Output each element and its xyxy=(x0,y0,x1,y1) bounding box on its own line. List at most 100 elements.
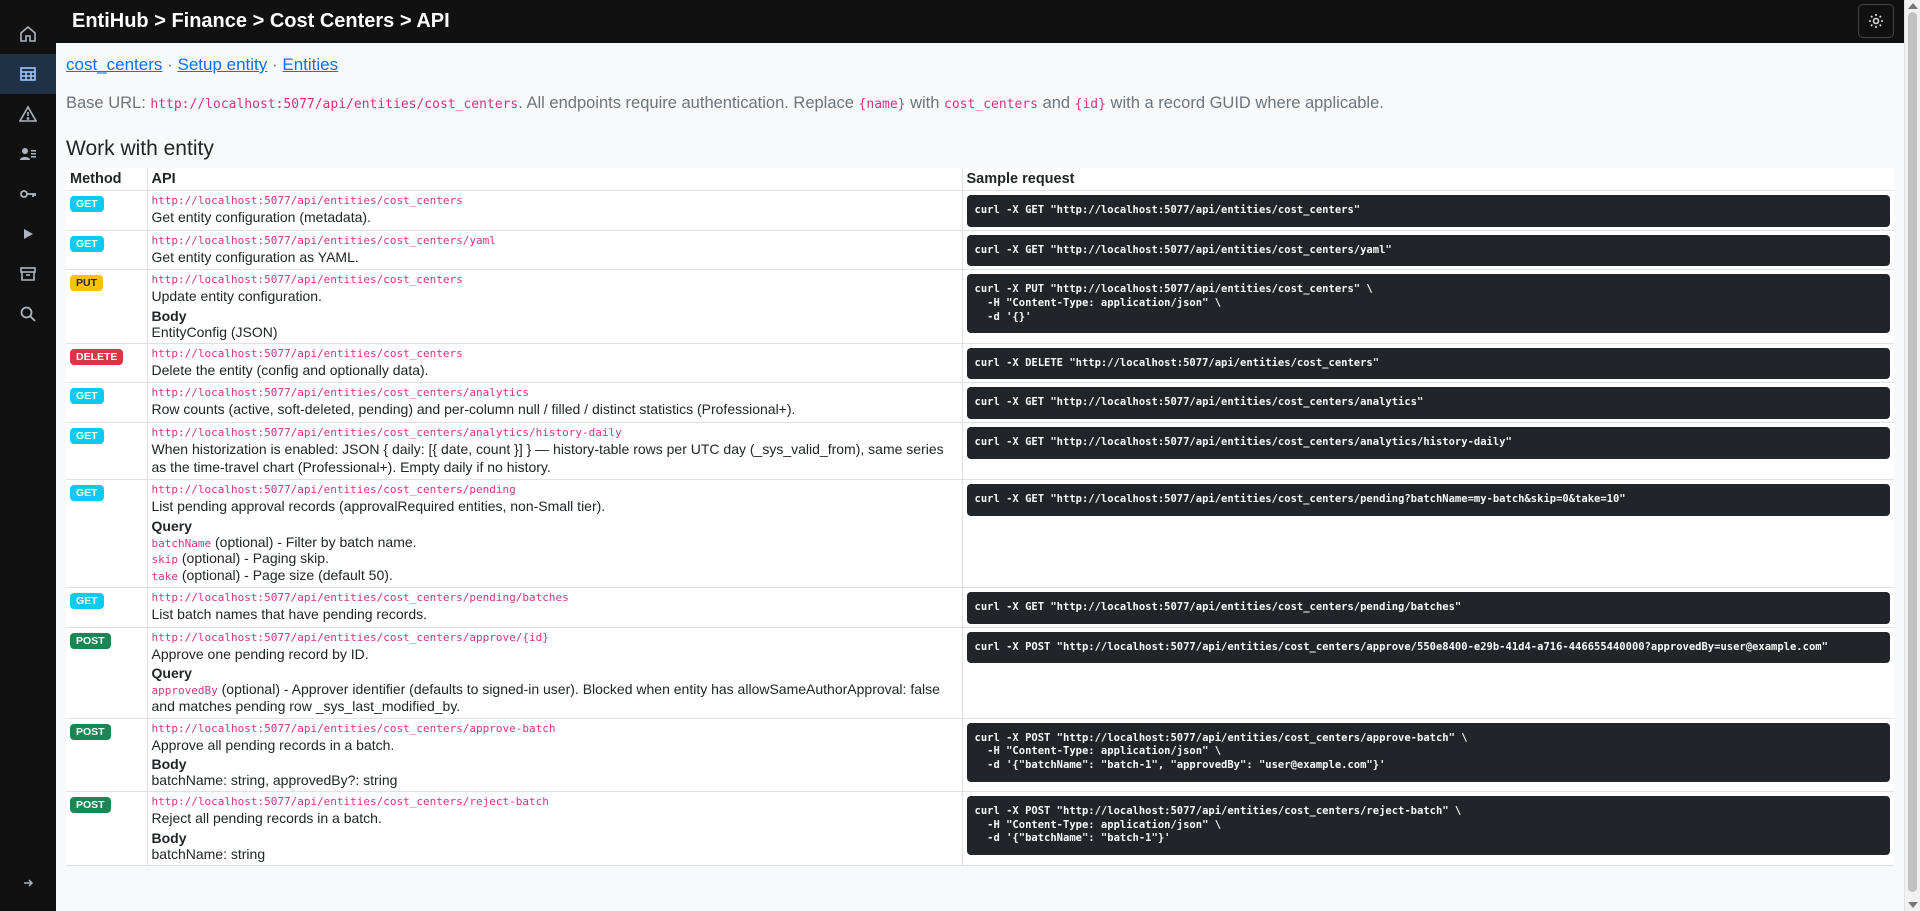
sample-request[interactable]: curl -X POST "http://localhost:5077/api/… xyxy=(966,722,1890,782)
table-row: GET http://localhost:5077/api/entities/co… xyxy=(66,422,1894,481)
body-schema: batchName: string xyxy=(151,845,266,862)
home-icon xyxy=(20,25,36,42)
page-scrollbar[interactable] xyxy=(1904,0,1920,911)
scroll-down-icon[interactable] xyxy=(1908,902,1918,908)
table-row: POST http://localhost:5077/api/entities/c… xyxy=(66,791,1894,866)
link-separator: · xyxy=(267,55,283,74)
endpoint-description: Reject all pending records in a batch. xyxy=(151,810,382,827)
query-label: Query xyxy=(151,665,192,682)
link-entities[interactable]: Entities xyxy=(282,55,338,74)
endpoint-url[interactable]: http://localhost:5077/api/entities/cost_… xyxy=(152,591,958,604)
endpoint-description: List pending approval records (approvalR… xyxy=(151,498,606,515)
sidebar-item-search[interactable] xyxy=(0,294,56,334)
sample-request[interactable]: curl -X GET "http://localhost:5077/api/e… xyxy=(966,234,1890,267)
sidebar-item-run[interactable] xyxy=(0,214,56,254)
query-param: skip (optional) - Paging skip. xyxy=(152,550,958,567)
sample-request[interactable]: curl -X GET "http://localhost:5077/api/e… xyxy=(966,427,1890,459)
endpoint-url[interactable]: http://localhost:5077/api/entities/cost_… xyxy=(152,483,958,496)
table-row: GET http://localhost:5077/api/entities/co… xyxy=(66,382,1894,424)
endpoint-description: When historization is enabled: JSON { da… xyxy=(151,441,944,475)
sidebar-expand-button[interactable] xyxy=(0,871,56,895)
name-value: cost_centers xyxy=(944,97,1038,112)
sample-cell: curl -X GET "http://localhost:5077/api/e… xyxy=(962,587,1894,628)
breadcrumb: EntiHub > Finance > Cost Centers > API xyxy=(72,10,450,32)
method-badge: DELETE xyxy=(70,348,124,365)
api-cell: http://localhost:5077/api/entities/cost_… xyxy=(147,343,963,384)
sample-request[interactable]: curl -X POST "http://localhost:5077/api/… xyxy=(966,631,1890,664)
sample-request[interactable]: curl -X GET "http://localhost:5077/api/e… xyxy=(966,387,1890,420)
warning-icon xyxy=(19,105,37,122)
endpoint-url[interactable]: http://localhost:5077/api/entities/cost_… xyxy=(152,234,958,247)
settings-button[interactable] xyxy=(1858,4,1894,38)
api-cell: http://localhost:5077/api/entities/cost_… xyxy=(147,479,963,588)
endpoint-description: Approve one pending record by ID. xyxy=(151,645,369,662)
method-cell: GET xyxy=(66,382,148,424)
query-param-name: skip xyxy=(151,553,179,567)
sidebar-item-entities[interactable] xyxy=(0,54,56,94)
table-row: POST http://localhost:5077/api/entities/c… xyxy=(66,627,1894,719)
endpoint-url[interactable]: http://localhost:5077/api/entities/cost_… xyxy=(152,194,958,207)
table-row: GET http://localhost:5077/api/entities/co… xyxy=(66,190,1894,231)
method-cell: POST xyxy=(66,791,148,866)
method-badge: GET xyxy=(70,235,104,252)
sample-cell: curl -X DELETE "http://localhost:5077/ap… xyxy=(962,343,1894,384)
sample-request[interactable]: curl -X POST "http://localhost:5077/api/… xyxy=(966,796,1890,856)
sample-request[interactable]: curl -X GET "http://localhost:5077/api/e… xyxy=(966,195,1890,227)
body-schema: EntityConfig (JSON) xyxy=(151,323,278,340)
sample-cell: curl -X GET "http://localhost:5077/api/e… xyxy=(962,190,1894,231)
endpoint-url[interactable]: http://localhost:5077/api/entities/cost_… xyxy=(152,347,958,360)
api-cell: http://localhost:5077/api/entities/cost_… xyxy=(147,718,963,793)
sample-request[interactable]: curl -X PUT "http://localhost:5077/api/e… xyxy=(966,274,1890,334)
method-badge: GET xyxy=(70,592,104,609)
sidebar-item-alerts[interactable] xyxy=(0,94,56,134)
column-header-sample: Sample request xyxy=(962,168,1894,191)
endpoint-url[interactable]: http://localhost:5077/api/entities/cost_… xyxy=(152,386,958,399)
query-param-name: approvedBy xyxy=(151,684,218,698)
api-cell: http://localhost:5077/api/entities/cost_… xyxy=(147,382,963,424)
endpoint-url[interactable]: http://localhost:5077/api/entities/cost_… xyxy=(152,631,958,644)
base-url-text: . All endpoints require authentication. … xyxy=(518,94,859,112)
endpoint-url[interactable]: http://localhost:5077/api/entities/cost_… xyxy=(152,722,958,735)
sample-cell: curl -X POST "http://localhost:5077/api/… xyxy=(962,791,1894,866)
table-row: GET http://localhost:5077/api/entities/co… xyxy=(66,230,1894,271)
sample-cell: curl -X POST "http://localhost:5077/api/… xyxy=(962,627,1894,719)
api-cell: http://localhost:5077/api/entities/cost_… xyxy=(147,230,963,271)
sidebar-item-keys[interactable] xyxy=(0,174,56,214)
method-cell: GET xyxy=(66,479,148,588)
table-row: GET http://localhost:5077/api/entities/co… xyxy=(66,479,1894,588)
link-setup-entity[interactable]: Setup entity xyxy=(178,55,268,74)
sidebar-item-archive[interactable] xyxy=(0,254,56,294)
api-cell: http://localhost:5077/api/entities/cost_… xyxy=(147,587,963,628)
endpoint-url[interactable]: http://localhost:5077/api/entities/cost_… xyxy=(152,426,958,439)
sidebar-item-home[interactable] xyxy=(0,14,56,54)
method-cell: GET xyxy=(66,230,148,271)
query-param-name: take xyxy=(151,570,179,584)
api-cell: http://localhost:5077/api/entities/cost_… xyxy=(147,269,963,344)
endpoint-url[interactable]: http://localhost:5077/api/entities/cost_… xyxy=(152,795,958,808)
column-header-api: API xyxy=(147,168,963,191)
sidebar-item-users[interactable] xyxy=(0,134,56,174)
method-badge: GET xyxy=(70,485,104,502)
endpoint-description: Get entity configuration as YAML. xyxy=(151,248,359,265)
method-cell: POST xyxy=(66,718,148,793)
users-icon xyxy=(20,148,36,160)
method-cell: GET xyxy=(66,422,148,481)
method-badge: POST xyxy=(70,797,111,814)
method-cell: PUT xyxy=(66,269,148,344)
sample-cell: curl -X PUT "http://localhost:5077/api/e… xyxy=(962,269,1894,344)
sample-request[interactable]: curl -X GET "http://localhost:5077/api/e… xyxy=(966,591,1890,624)
sample-request[interactable]: curl -X GET "http://localhost:5077/api/e… xyxy=(966,484,1890,516)
link-separator: · xyxy=(162,55,178,74)
body-label: Body xyxy=(151,756,187,773)
sample-request[interactable]: curl -X DELETE "http://localhost:5077/ap… xyxy=(966,347,1890,380)
arrow-right-icon xyxy=(24,879,34,887)
entity-links: cost_centers · Setup entity · Entities xyxy=(66,55,1894,75)
search-icon xyxy=(20,306,36,322)
main-content: cost_centers · Setup entity · Entities B… xyxy=(66,43,1894,911)
method-badge: GET xyxy=(70,388,104,405)
link-entity[interactable]: cost_centers xyxy=(66,55,162,74)
scroll-up-icon[interactable] xyxy=(1908,3,1918,9)
scrollbar-thumb[interactable] xyxy=(1908,12,1917,892)
endpoint-url[interactable]: http://localhost:5077/api/entities/cost_… xyxy=(152,273,958,286)
sidebar xyxy=(0,0,56,911)
